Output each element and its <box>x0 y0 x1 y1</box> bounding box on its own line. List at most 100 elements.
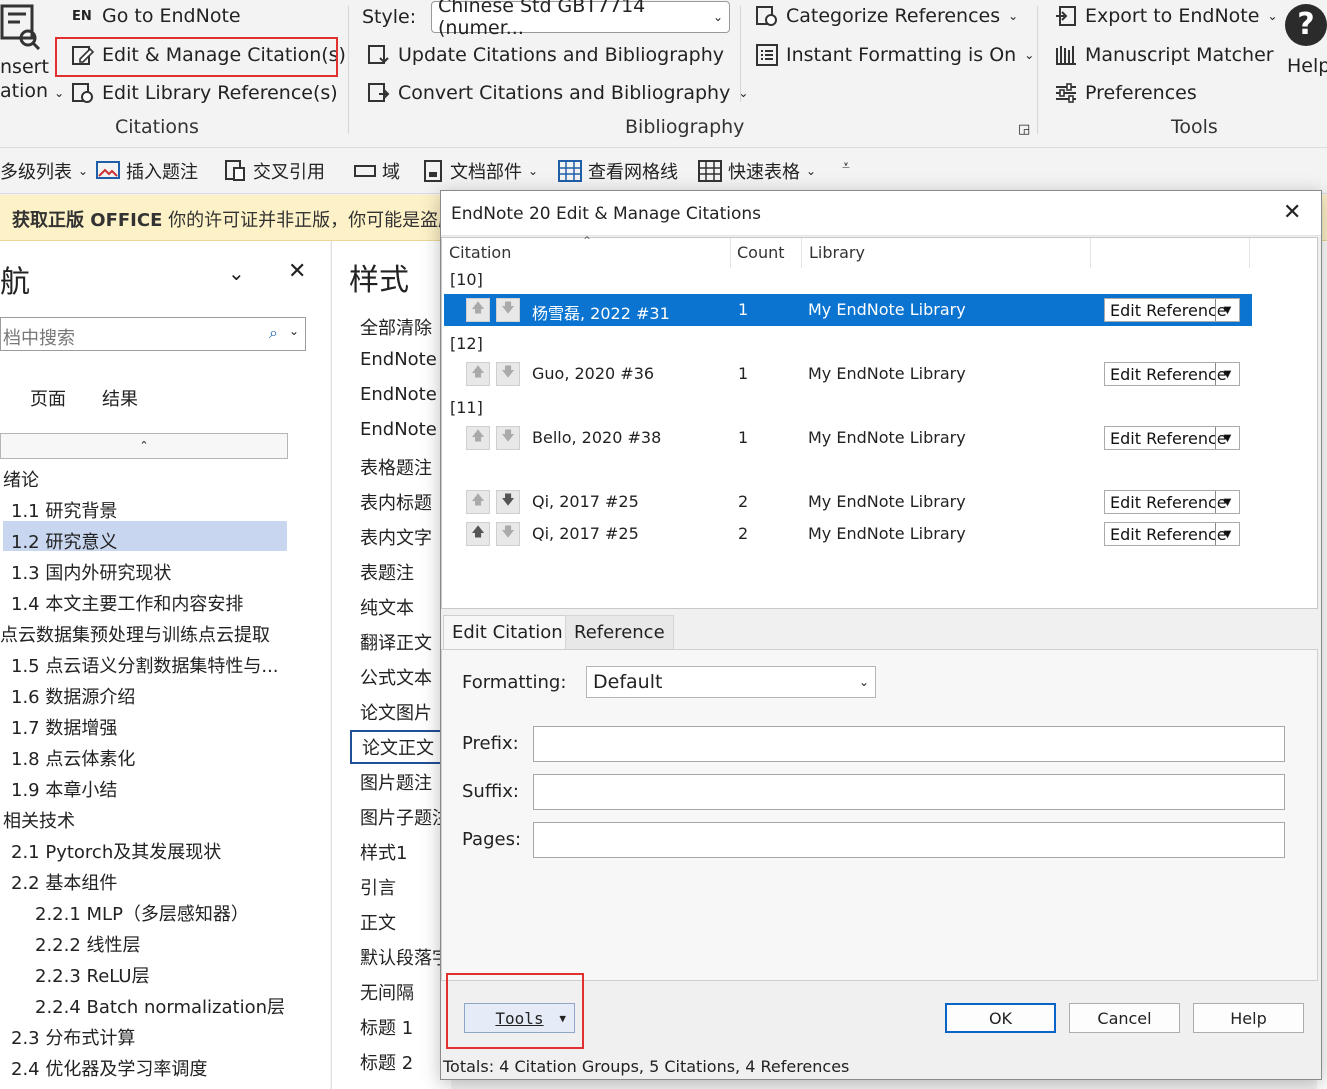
move-up-icon[interactable]: 🡅 <box>466 522 490 546</box>
pages-field[interactable] <box>533 822 1285 858</box>
move-up-icon[interactable]: 🡅 <box>466 298 490 322</box>
move-down-icon[interactable]: 🡇 <box>496 490 520 514</box>
style-item[interactable]: 表内标题 <box>360 489 432 515</box>
instant-formatting-button[interactable]: Instant Formatting is On ⌄ <box>756 44 1034 66</box>
help-label[interactable]: Help <box>1287 55 1327 77</box>
manuscript-matcher-button[interactable]: Manuscript Matcher <box>1055 44 1274 66</box>
convert-citations-button[interactable]: Convert Citations and Bibliography ⌄ <box>368 82 748 104</box>
view-gridlines-button[interactable]: 查看网格线 <box>558 158 678 184</box>
style-item[interactable]: EndNote <box>360 384 437 405</box>
categorize-references-button[interactable]: Categorize References ⌄ <box>756 5 1018 27</box>
citation-row[interactable]: 🡅 🡇 杨雪磊, 2022 #31 1 My EndNote Library Edit R… <box>444 294 1252 326</box>
edit-reference-button[interactable]: Edit Reference ▼ <box>1104 298 1240 322</box>
tab-pages[interactable]: 页面 <box>30 385 66 411</box>
help-button[interactable]: Help <box>1193 1003 1304 1033</box>
help-icon[interactable]: ? <box>1285 4 1327 46</box>
style-item[interactable]: 表内文字 <box>360 524 432 550</box>
quick-table-button[interactable]: 快速表格 ⌄ <box>698 158 816 184</box>
close-icon[interactable]: ✕ <box>1283 200 1301 225</box>
nav-heading-item[interactable]: 相关技术 <box>3 807 75 833</box>
field-button[interactable]: 域 <box>354 158 400 184</box>
style-item[interactable]: EndNote <box>360 349 437 370</box>
column-header-count[interactable]: Count <box>737 243 785 262</box>
caret-down-icon[interactable]: ▼ <box>1215 523 1239 545</box>
nav-heading-item[interactable]: 1.4 本文主要工作和内容安排 <box>11 590 243 616</box>
style-item[interactable]: 标题 2 <box>360 1049 413 1075</box>
move-down-icon[interactable]: 🡇 <box>496 298 520 322</box>
style-item[interactable]: 图片子题注 <box>360 804 450 830</box>
nav-heading-item[interactable]: 2.1 Pytorch及其发展现状 <box>11 838 221 864</box>
nav-heading-item[interactable]: 1.3 国内外研究现状 <box>11 559 171 585</box>
style-item[interactable]: 无间隔 <box>360 979 414 1005</box>
citation-row[interactable]: 🡅 🡇 Bello, 2020 #38 1 My EndNote Library Edit… <box>444 422 1252 454</box>
move-up-icon[interactable]: 🡅 <box>466 426 490 450</box>
edit-library-reference-button[interactable]: Edit Library Reference(s) <box>72 82 338 104</box>
nav-heading-item[interactable]: 2.2.2 线性层 <box>35 931 141 957</box>
export-to-endnote-button[interactable]: Export to EndNote ⌄ <box>1055 5 1278 27</box>
nav-heading-item[interactable]: 点云数据集预处理与训练点云提取 <box>0 621 270 647</box>
column-separator[interactable] <box>801 238 802 268</box>
preferences-button[interactable]: Preferences <box>1055 82 1197 104</box>
cross-reference-button[interactable]: 交叉引用 <box>225 158 325 184</box>
caret-down-icon[interactable]: ▼ <box>1215 299 1239 321</box>
citation-row[interactable]: 🡅 🡇 Qi, 2017 #25 2 My EndNote Library Edit Re… <box>444 518 1252 550</box>
tab-edit-citation[interactable]: Edit Citation <box>443 615 572 649</box>
prefix-field[interactable] <box>533 726 1285 762</box>
citation-row[interactable]: 🡅 🡇 Guo, 2020 #36 1 My EndNote Library Edit R… <box>444 358 1252 390</box>
style-item[interactable]: 表格题注 <box>360 454 432 480</box>
caret-down-icon[interactable]: ▼ <box>1215 363 1239 385</box>
caret-down-icon[interactable]: ▼ <box>1215 491 1239 513</box>
nav-heading-item[interactable]: 绪论 <box>3 466 39 492</box>
move-down-icon[interactable]: 🡇 <box>496 426 520 450</box>
nav-heading-item[interactable]: 2.4 优化器及学习率调度 <box>11 1055 207 1081</box>
dialog-launcher-icon[interactable]: ◲ <box>1018 122 1030 137</box>
style-dropdown[interactable]: Chinese Std GBT7714 (numer... ⌄ <box>431 0 730 39</box>
tab-results[interactable]: 结果 <box>102 385 138 411</box>
move-down-icon[interactable]: 🡇 <box>496 522 520 546</box>
tab-reference[interactable]: Reference <box>565 615 674 649</box>
style-item[interactable]: 翻译正文 <box>360 629 432 655</box>
style-item[interactable]: 论文图片 <box>360 699 432 725</box>
column-separator[interactable] <box>730 238 731 268</box>
style-item[interactable]: 样式1 <box>360 839 407 865</box>
nav-heading-item[interactable]: 1.1 研究背景 <box>11 497 117 523</box>
style-item[interactable]: 标题 1 <box>360 1014 413 1040</box>
citation-row[interactable]: 🡅 🡇 Qi, 2017 #25 2 My EndNote Library Edit Re… <box>444 486 1252 518</box>
style-item[interactable]: 论文正文 <box>350 730 446 764</box>
nav-heading-item[interactable]: 2.2 基本组件 <box>11 869 117 895</box>
insert-caption-button[interactable]: 插入题注 <box>96 158 198 184</box>
nav-heading-item[interactable]: 1.7 数据增强 <box>11 714 117 740</box>
edit-reference-button[interactable]: Edit Reference ▼ <box>1104 490 1240 514</box>
insert-citation-icon[interactable] <box>0 2 42 55</box>
style-item[interactable]: 默认段落字 <box>360 944 450 970</box>
column-separator[interactable] <box>1249 238 1250 268</box>
move-down-icon[interactable]: 🡇 <box>496 362 520 386</box>
caret-down-icon[interactable]: ▼ <box>1215 427 1239 449</box>
chevron-down-icon[interactable]: ⌄ <box>228 261 245 285</box>
edit-reference-button[interactable]: Edit Reference ▼ <box>1104 522 1240 546</box>
style-item[interactable]: 引言 <box>360 874 396 900</box>
chevron-down-icon[interactable]: ⌄ <box>289 324 299 338</box>
style-item[interactable]: 图片题注 <box>360 769 432 795</box>
navigation-search-input[interactable]: 档中搜索 ⌕ ⌄ <box>0 317 306 351</box>
nav-heading-item[interactable]: 2.3 分布式计算 <box>11 1024 135 1050</box>
edit-reference-button[interactable]: Edit Reference ▼ <box>1104 362 1240 386</box>
column-separator[interactable] <box>1090 238 1091 268</box>
nav-heading-item[interactable]: 2.2.3 ReLU层 <box>35 962 150 988</box>
formatting-dropdown[interactable]: Default ⌄ <box>586 666 876 698</box>
style-item[interactable]: 正文 <box>360 909 396 935</box>
insert-citation-label-2[interactable]: ation ⌄ <box>0 80 64 102</box>
cancel-button[interactable]: Cancel <box>1069 1003 1180 1033</box>
nav-heading-item[interactable]: 1.2 研究意义 <box>11 528 117 554</box>
style-item[interactable]: 公式文本 <box>360 664 432 690</box>
style-item[interactable]: EndNote <box>360 419 437 440</box>
style-item[interactable]: 全部清除 <box>360 314 432 340</box>
column-header-citation[interactable]: Citation <box>449 243 511 262</box>
style-item[interactable]: 表题注 <box>360 559 414 585</box>
nav-heading-item[interactable]: 1.6 数据源介绍 <box>11 683 135 709</box>
move-up-icon[interactable]: 🡅 <box>466 490 490 514</box>
nav-heading-item[interactable]: 2.2.1 MLP（多层感知器） <box>35 900 249 926</box>
nav-heading-item[interactable]: 1.8 点云体素化 <box>11 745 135 771</box>
column-header-library[interactable]: Library <box>809 243 865 262</box>
insert-citation-label[interactable]: nsert <box>0 56 49 78</box>
